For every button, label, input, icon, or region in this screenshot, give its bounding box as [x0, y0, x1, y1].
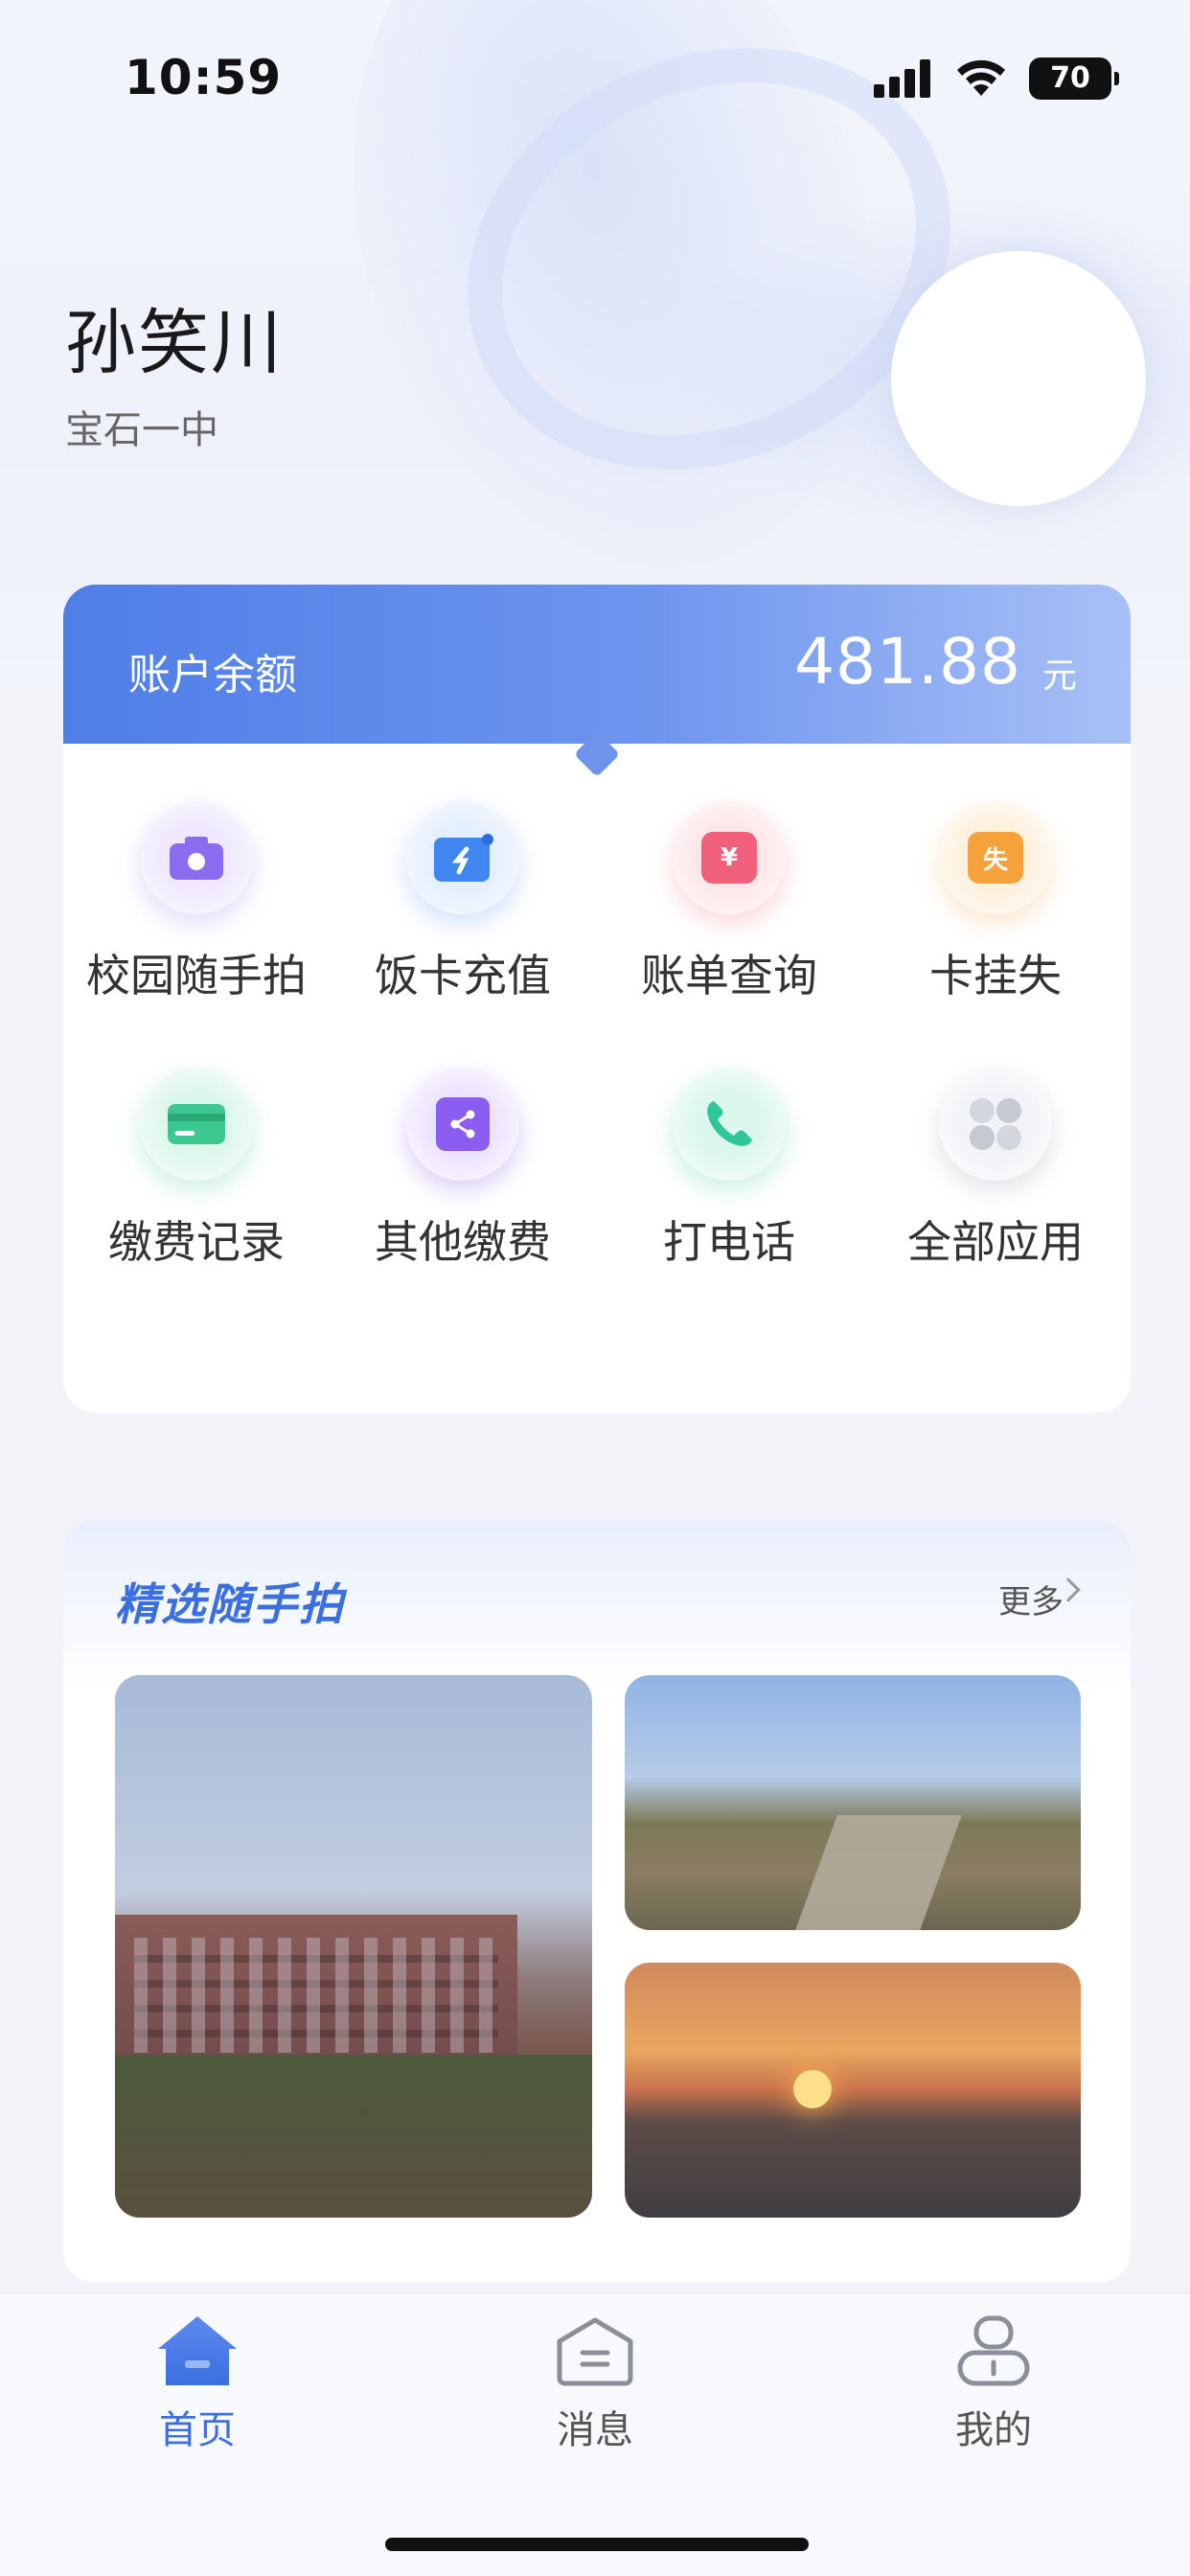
status-time: 10:59 — [125, 50, 283, 105]
payment-record-icon — [168, 1104, 225, 1144]
app-label: 打电话 — [663, 1216, 795, 1268]
featured-photo-garden-path[interactable] — [625, 1675, 1081, 1930]
app-all-apps[interactable]: 全部应用 — [862, 1068, 1129, 1288]
home-icon — [158, 2316, 237, 2385]
app-label: 其他缴费 — [375, 1216, 551, 1268]
app-campus-photo[interactable]: 校园随手拍 — [63, 801, 330, 1022]
battery-indicator: 70 — [1029, 58, 1119, 100]
bottom-tab-bar: 首页 消息 我的 — [0, 2292, 1190, 2576]
app-meal-card-recharge[interactable]: 饭卡充值 — [330, 801, 596, 1022]
status-bar: 10:59 70 — [0, 0, 1190, 144]
app-other-payment[interactable]: 其他缴费 — [330, 1068, 596, 1288]
phone-icon — [707, 1101, 752, 1146]
all-apps-icon — [970, 1098, 1021, 1150]
featured-photo-campus-building[interactable] — [115, 1675, 592, 2218]
avatar-placeholder[interactable] — [891, 251, 1146, 506]
tab-profile[interactable]: 我的 — [898, 2314, 1089, 2454]
app-label: 缴费记录 — [108, 1216, 285, 1268]
card-lost-icon: 失 — [968, 832, 1023, 884]
balance-unit: 元 — [1041, 656, 1077, 696]
featured-photo-sunset[interactable] — [625, 1963, 1081, 2218]
featured-photos-card: 精选随手拍 更多 — [63, 1520, 1131, 2283]
cellular-signal-icon — [874, 59, 933, 98]
app-label: 校园随手拍 — [86, 950, 307, 1001]
balance-label: 账户余额 — [128, 651, 297, 700]
app-card-lost[interactable]: 失 卡挂失 — [862, 801, 1129, 1022]
app-label: 卡挂失 — [929, 950, 1062, 1001]
tab-label: 我的 — [955, 2408, 1032, 2452]
balance-banner[interactable]: 账户余额 481.88 元 — [63, 585, 1131, 744]
tab-messages[interactable]: 消息 — [499, 2314, 691, 2454]
tab-label: 消息 — [557, 2408, 633, 2452]
balance-amount: 481.88 — [794, 625, 1021, 699]
app-label: 饭卡充值 — [375, 950, 551, 1001]
profile-icon — [957, 2315, 1030, 2386]
camera-icon — [170, 837, 223, 880]
section-title: 精选随手拍 — [115, 1578, 345, 1630]
share-payment-icon — [436, 1097, 490, 1151]
card-recharge-icon — [434, 834, 493, 882]
app-payment-record[interactable]: 缴费记录 — [63, 1068, 330, 1288]
home-indicator[interactable] — [385, 2538, 809, 2551]
message-icon — [557, 2317, 633, 2386]
app-bill-query[interactable]: ¥ 账单查询 — [596, 801, 862, 1022]
app-phone-call[interactable]: 打电话 — [596, 1068, 862, 1288]
tab-home[interactable]: 首页 — [102, 2314, 293, 2454]
app-label: 全部应用 — [907, 1216, 1084, 1268]
bill-yuan-icon: ¥ — [701, 832, 757, 884]
more-link[interactable]: 更多 — [998, 1576, 1064, 1622]
user-name: 孙笑川 — [65, 302, 284, 384]
services-card: 账户余额 481.88 元 校园随手拍 饭卡充值 ¥ 账单查询 失 卡挂失 缴费… — [63, 585, 1131, 1413]
wifi-icon — [957, 59, 1005, 96]
school-name: 宝石一中 — [65, 408, 218, 452]
app-label: 账单查询 — [641, 950, 817, 1001]
tab-label: 首页 — [159, 2408, 236, 2452]
